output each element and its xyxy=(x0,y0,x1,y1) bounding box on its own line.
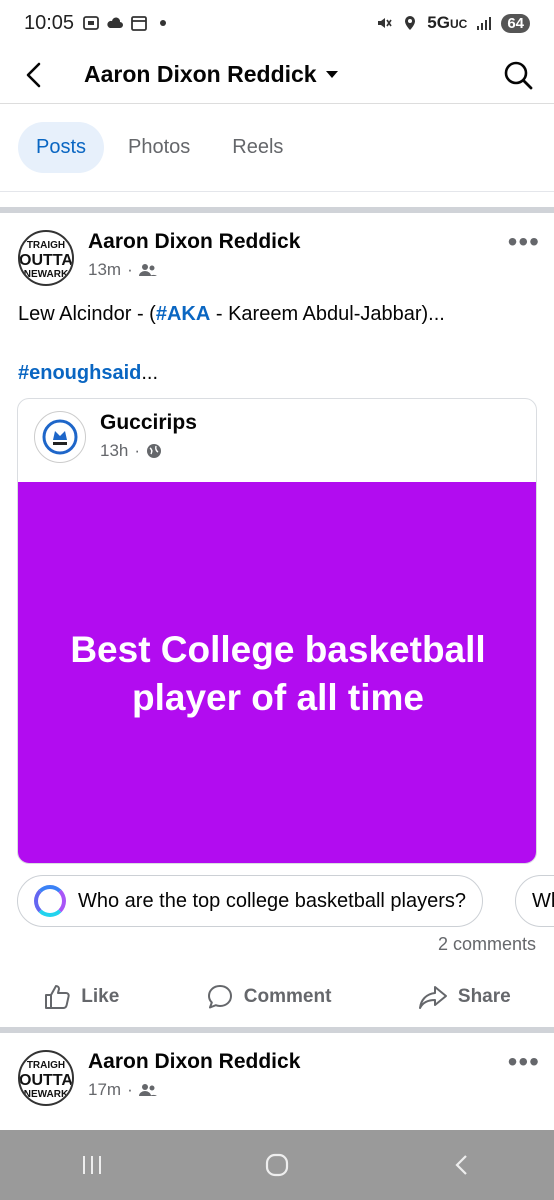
battery-indicator: 64 xyxy=(501,13,530,33)
more-options-icon[interactable]: ••• xyxy=(508,1046,540,1078)
tab-reels[interactable]: Reels xyxy=(214,122,301,173)
mute-icon xyxy=(378,18,392,28)
screenshot-icon xyxy=(83,16,99,30)
profile-tabs: Posts Photos Reels xyxy=(0,104,554,192)
avatar-logo: TRAIGH OUTTA NEWARK xyxy=(20,240,72,280)
svg-text:OUTTA: OUTTA xyxy=(20,252,72,269)
hashtag-link[interactable]: #AKA xyxy=(156,303,210,325)
page-title-text: Aaron Dixon Reddick xyxy=(84,61,317,87)
page-title[interactable]: Aaron Dixon Reddick xyxy=(84,61,339,88)
post-text-suffix: - Kareem Abdul-Jabbar)... xyxy=(210,303,445,325)
comment-button[interactable]: Comment xyxy=(206,983,332,1011)
text-post-background[interactable]: Best College basketball player of all ti… xyxy=(18,482,536,863)
post-meta: 17m · xyxy=(88,1080,300,1100)
status-bar: 10:05 5GUC 64 xyxy=(0,0,554,46)
calendar-icon xyxy=(131,16,147,31)
app-header: Aaron Dixon Reddick xyxy=(0,46,554,104)
shared-post-header: Guccirips 13h · xyxy=(34,411,197,463)
text-post-content: Best College basketball player of all ti… xyxy=(70,628,486,718)
post-meta: 13m · xyxy=(88,260,300,280)
system-nav-bar xyxy=(0,1130,554,1200)
post-time[interactable]: 13m xyxy=(88,260,121,280)
post-author[interactable]: Aaron Dixon Reddick xyxy=(88,1050,300,1074)
suggestion-text: Who are the top college basketball playe… xyxy=(78,889,467,912)
share-label: Share xyxy=(457,986,511,1007)
avatar-logo: TRAIGH OUTTA NEWARK xyxy=(20,1060,72,1100)
friends-icon xyxy=(138,264,157,276)
svg-text:OUTTA: OUTTA xyxy=(20,1072,72,1089)
cloud-icon xyxy=(107,17,124,28)
svg-text:NEWARK: NEWARK xyxy=(24,1089,69,1100)
comment-icon xyxy=(207,985,232,1009)
svg-text:TRAIGH: TRAIGH xyxy=(27,240,65,251)
author-avatar[interactable]: TRAIGH OUTTA NEWARK xyxy=(18,1050,74,1106)
location-icon xyxy=(405,16,416,30)
see-more-link[interactable]: ... xyxy=(141,362,158,384)
home-button[interactable] xyxy=(262,1150,292,1180)
shared-post-card[interactable]: Guccirips 13h · Best College basketball … xyxy=(17,398,537,864)
tab-posts[interactable]: Posts xyxy=(18,122,105,173)
svg-text:NEWARK: NEWARK xyxy=(24,269,69,280)
author-avatar[interactable]: TRAIGH OUTTA NEWARK xyxy=(18,230,74,286)
status-time: 10:05 xyxy=(24,11,75,34)
ai-suggestions: Who are the top college basketball playe… xyxy=(17,875,554,927)
search-icon[interactable] xyxy=(502,59,534,91)
like-button[interactable]: Like xyxy=(43,983,119,1011)
home-icon xyxy=(265,1153,289,1177)
back-arrow-icon[interactable] xyxy=(20,60,50,90)
recent-apps-button[interactable] xyxy=(77,1150,107,1180)
ai-suggestion-chip[interactable]: Wh xyxy=(515,875,554,927)
share-icon xyxy=(418,986,447,1009)
meta-ai-icon xyxy=(34,885,66,917)
comments-count[interactable]: 2 comments xyxy=(438,934,536,955)
shared-post-time[interactable]: 13h xyxy=(100,441,128,461)
comment-label: Comment xyxy=(243,986,332,1007)
friends-icon xyxy=(138,1084,157,1096)
signal-icon xyxy=(477,17,492,30)
crown-logo-icon xyxy=(42,419,78,455)
shared-author-avatar[interactable] xyxy=(34,411,86,463)
post-text: Lew Alcindor - (#AKA - Kareem Abdul-Jabb… xyxy=(18,301,445,327)
post-text-prefix: Lew Alcindor - ( xyxy=(18,303,156,325)
back-icon xyxy=(455,1155,467,1175)
more-options-icon[interactable]: ••• xyxy=(508,226,540,258)
like-icon xyxy=(45,985,70,1009)
globe-icon xyxy=(147,444,162,458)
network-label: 5GUC xyxy=(427,13,468,32)
shared-post-author[interactable]: Guccirips xyxy=(100,411,197,435)
feed-divider xyxy=(0,207,554,213)
post-actions: Like Comment Share xyxy=(0,975,554,1019)
tab-photos[interactable]: Photos xyxy=(110,122,208,173)
shared-post-meta: 13h · xyxy=(100,441,197,461)
caret-down-icon xyxy=(325,70,338,78)
system-back-button[interactable] xyxy=(447,1150,477,1180)
post-time[interactable]: 17m xyxy=(88,1080,121,1100)
dot-icon xyxy=(160,20,167,26)
post-author[interactable]: Aaron Dixon Reddick xyxy=(88,230,300,254)
share-button[interactable]: Share xyxy=(418,983,511,1011)
ai-suggestion-chip[interactable]: Who are the top college basketball playe… xyxy=(17,875,484,927)
like-label: Like xyxy=(81,986,120,1007)
feed-divider xyxy=(0,1027,554,1033)
suggestion-text: Wh xyxy=(532,889,554,912)
hashtag-link[interactable]: #enoughsaid xyxy=(18,362,141,384)
post-header: TRAIGH OUTTA NEWARK Aaron Dixon Reddick … xyxy=(18,230,300,286)
post-header: TRAIGH OUTTA NEWARK Aaron Dixon Reddick … xyxy=(18,1050,300,1106)
svg-text:TRAIGH: TRAIGH xyxy=(27,1060,65,1071)
notification-icons xyxy=(82,14,167,32)
post-hashtag-line: #enoughsaid... xyxy=(18,360,158,386)
recent-apps-icon xyxy=(83,1156,102,1174)
